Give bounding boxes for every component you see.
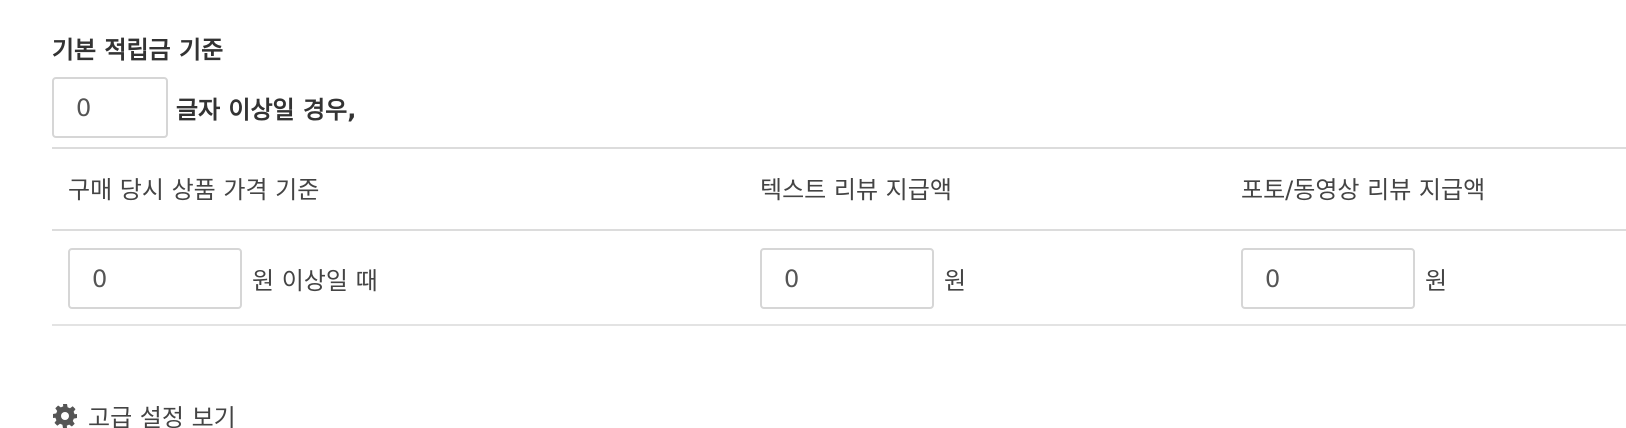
text-review-amount-input[interactable] [760, 248, 934, 309]
price-threshold-cell: 원 이상일 때 [68, 248, 378, 309]
gear-icon [52, 403, 78, 428]
header-price-threshold: 구매 당시 상품 가격 기준 [68, 176, 320, 204]
reward-settings-panel: 기본 적립금 기준 글자 이상일 경우, 구매 당시 상품 가격 기준 텍스트 … [0, 0, 1626, 428]
reward-table: 구매 당시 상품 가격 기준 텍스트 리뷰 지급액 포토/동영상 리뷰 지급액 … [52, 147, 1626, 326]
min-length-suffix: 글자 이상일 경우, [176, 96, 357, 124]
section-title: 기본 적립금 기준 [52, 36, 224, 64]
price-threshold-input[interactable] [68, 248, 242, 309]
header-photo-review-amount: 포토/동영상 리뷰 지급액 [1241, 176, 1486, 204]
header-text-review-amount: 텍스트 리뷰 지급액 [760, 176, 952, 204]
table-header: 구매 당시 상품 가격 기준 텍스트 리뷰 지급액 포토/동영상 리뷰 지급액 [52, 149, 1626, 231]
advanced-settings-label: 고급 설정 보기 [88, 404, 236, 428]
text-review-amount-unit: 원 [944, 267, 967, 295]
photo-review-amount-input[interactable] [1241, 248, 1415, 309]
photo-review-amount-cell: 원 [1241, 248, 1447, 309]
text-review-amount-cell: 원 [760, 248, 966, 309]
price-threshold-unit: 원 이상일 때 [252, 267, 378, 295]
table-row: 원 이상일 때 원 원 [52, 231, 1626, 326]
advanced-settings-link[interactable]: 고급 설정 보기 [52, 398, 236, 428]
min-length-row: 글자 이상일 경우, [52, 77, 356, 138]
photo-review-amount-unit: 원 [1425, 267, 1448, 295]
min-length-input[interactable] [52, 77, 168, 138]
